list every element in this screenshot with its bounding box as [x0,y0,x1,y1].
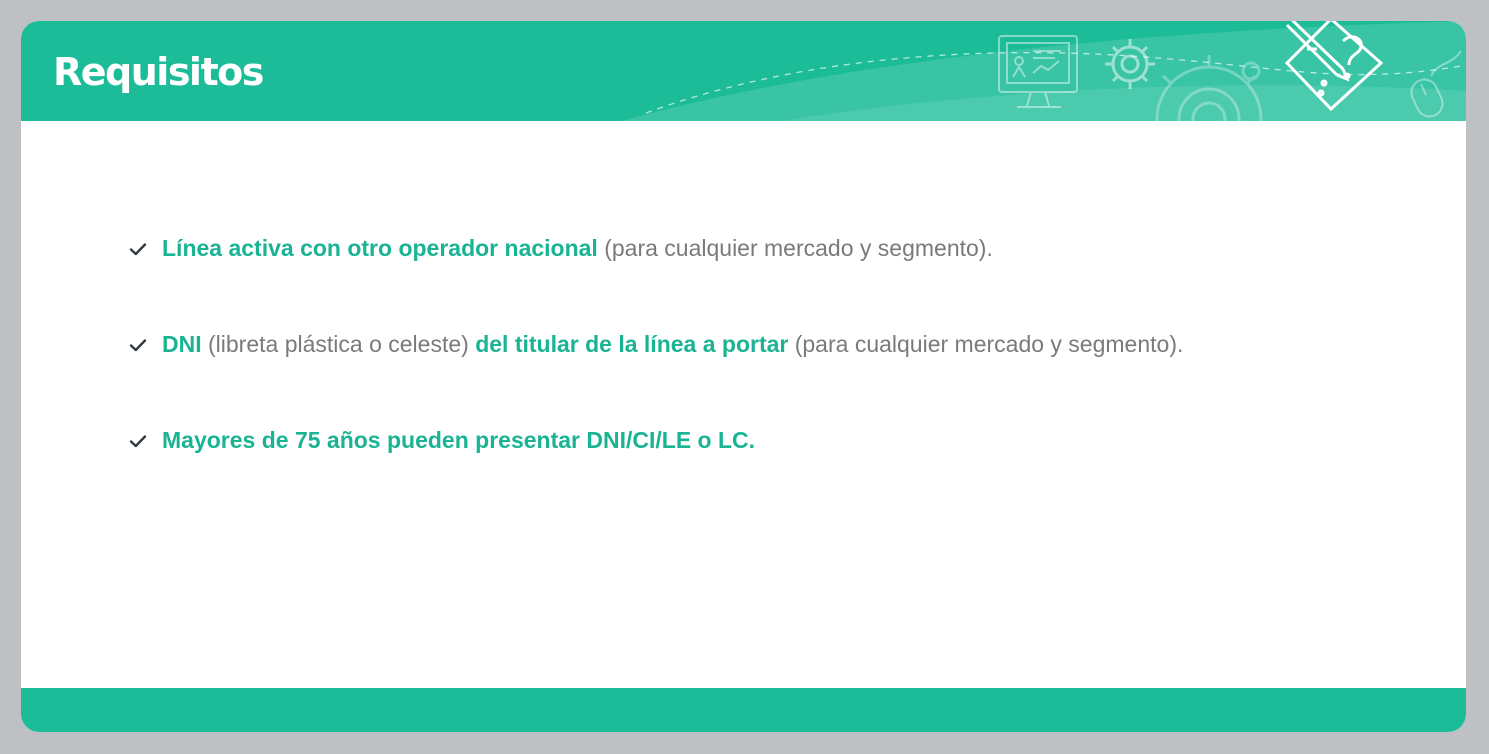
requirement-item-dni: DNI (libreta plástica o celeste) del tit… [129,329,1183,359]
check-icon [129,243,147,256]
requirement-emphasis: Línea activa con otro operador nacional [162,235,598,261]
requirement-note: (para cualquier mercado y segmento). [597,235,993,261]
requirement-emphasis: DNI [162,331,202,357]
requirement-emphasis: del titular de la línea a portar [475,331,789,357]
check-icon [129,435,147,448]
check-icon [129,339,147,352]
requirement-item-seniors: Mayores de 75 años pueden presentar DNI/… [129,425,1183,455]
requirement-note: (para cualquier mercado y segmento). [788,331,1184,357]
requirement-emphasis: Mayores de 75 años pueden presentar DNI/… [162,427,756,453]
requirements-list: Línea activa con otro operador nacional … [129,233,1183,521]
slide: Requisitos Línea activa con otro operado… [21,21,1466,732]
header-banner: Requisitos [21,21,1466,121]
requirement-item-active-line: Línea activa con otro operador nacional … [129,233,1183,263]
footer-bar [21,688,1466,732]
page-title: Requisitos [53,50,264,94]
requirement-note: (libreta plástica o celeste) [201,331,476,357]
